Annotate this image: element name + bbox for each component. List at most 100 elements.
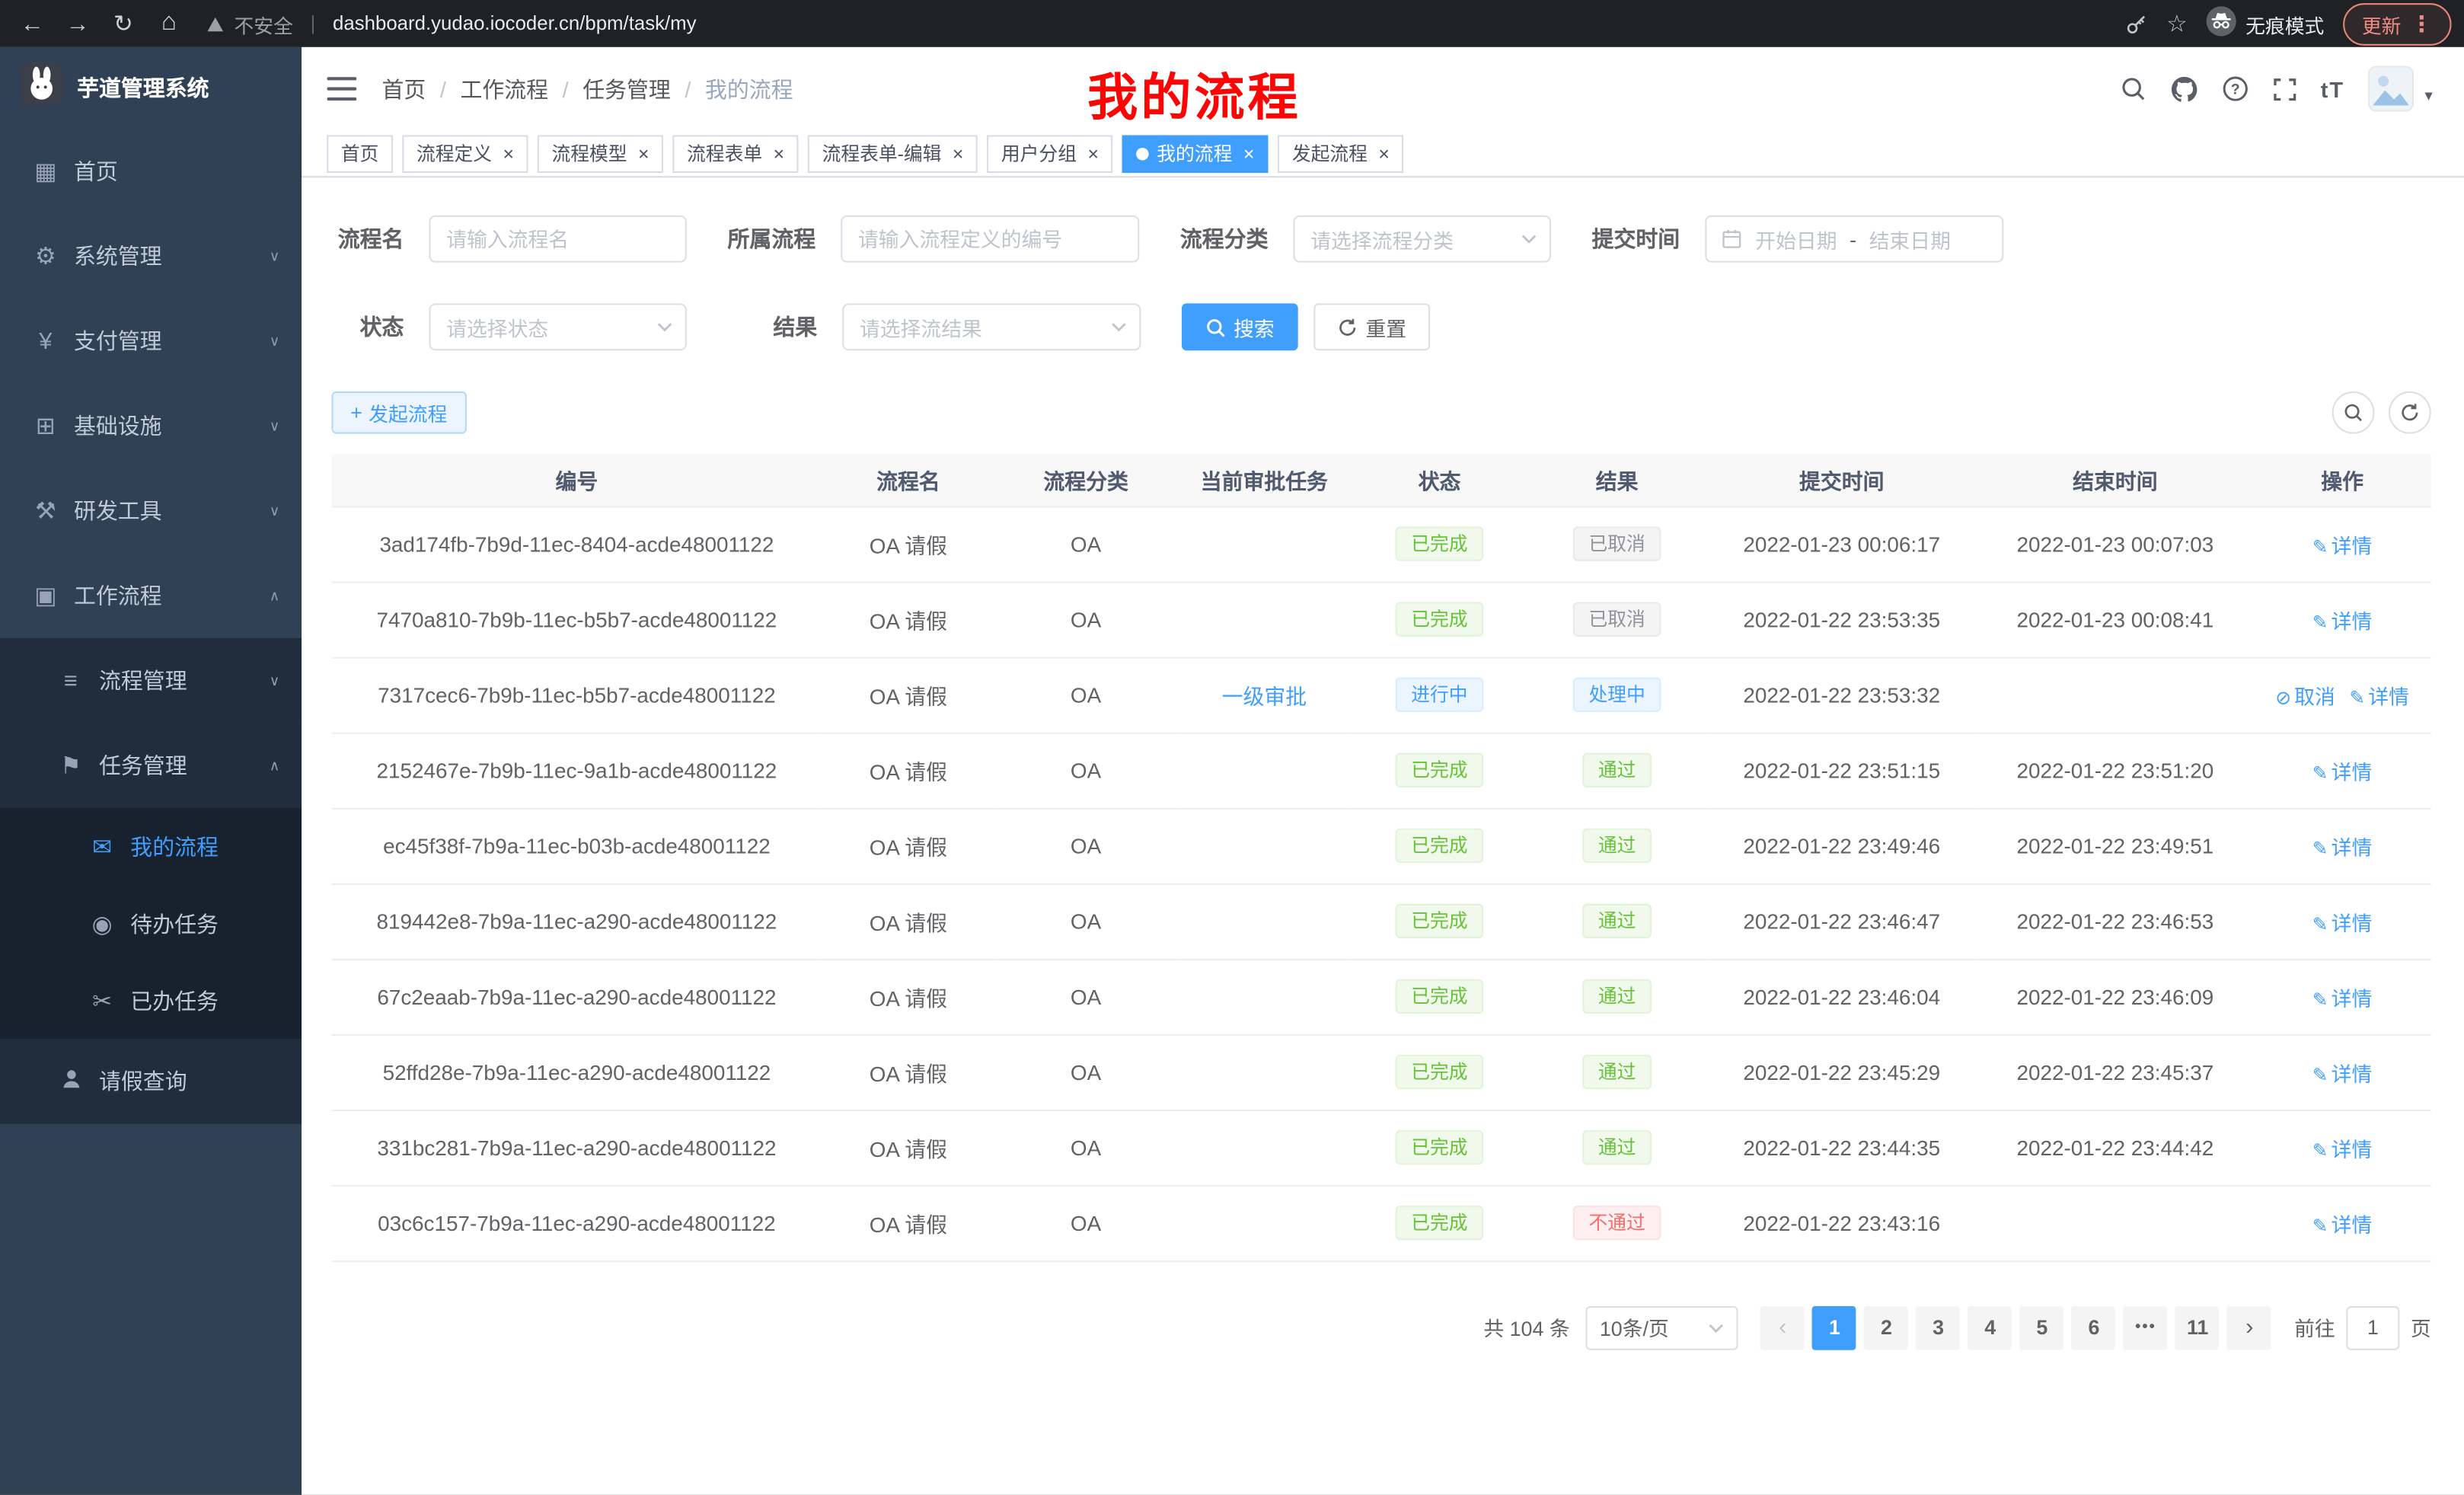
- address-bar[interactable]: 不安全 | dashboard.yudao.iocoder.cn/bpm/tas…: [207, 8, 2124, 38]
- sidebar-item-leave-query[interactable]: 请假查询: [0, 1039, 302, 1123]
- breadcrumb-item[interactable]: 首页: [382, 73, 426, 104]
- tab-user-group[interactable]: 用户分组 ×: [987, 134, 1112, 172]
- detail-action[interactable]: ✎详情: [2312, 1212, 2373, 1236]
- page-button-4[interactable]: 4: [1968, 1305, 2012, 1350]
- cell-name: OA 请假: [822, 506, 994, 582]
- process-def-input[interactable]: [841, 216, 1139, 263]
- detail-action[interactable]: ✎详情: [2312, 1137, 2373, 1161]
- goto-page-input[interactable]: [2346, 1305, 2399, 1350]
- process-name-input[interactable]: [429, 216, 686, 263]
- status-select[interactable]: 请选择状态: [429, 303, 686, 350]
- page-button-6[interactable]: 6: [2072, 1305, 2116, 1350]
- page-button-1[interactable]: 1: [1813, 1305, 1857, 1350]
- close-icon[interactable]: ×: [503, 144, 513, 163]
- sidebar-item-my-process[interactable]: ✉ 我的流程: [0, 808, 302, 885]
- cell-submit-time: 2022-01-22 23:46:04: [1706, 959, 1977, 1034]
- cell-actions: ✎详情: [2253, 506, 2430, 582]
- close-icon[interactable]: ×: [638, 144, 649, 163]
- cancel-action[interactable]: ⊘取消: [2275, 685, 2335, 708]
- page-button-5[interactable]: 5: [2020, 1305, 2064, 1350]
- category-select[interactable]: 请选择流程分类: [1294, 216, 1551, 263]
- cell-end-time: 2022-01-22 23:51:20: [1977, 733, 2253, 808]
- incognito-badge[interactable]: 无痕模式: [2207, 6, 2325, 40]
- detail-action[interactable]: ✎详情: [2312, 534, 2373, 557]
- sidebar-item-infrastructure[interactable]: ⊞ 基础设施 ∨: [0, 384, 302, 468]
- col-current-task: 当前审批任务: [1177, 454, 1352, 506]
- key-icon[interactable]: [2124, 11, 2147, 35]
- browser-home-button[interactable]: ⌂: [146, 3, 192, 44]
- help-icon[interactable]: ?: [2222, 75, 2249, 102]
- close-icon[interactable]: ×: [1243, 144, 1254, 163]
- sidebar-item-done-tasks[interactable]: ✂ 已办任务: [0, 962, 302, 1039]
- close-icon[interactable]: ×: [1378, 144, 1389, 163]
- breadcrumb-item[interactable]: 任务管理: [582, 73, 671, 104]
- sidebar-item-system[interactable]: ⚙ 系统管理 ∨: [0, 214, 302, 299]
- detail-action[interactable]: ✎详情: [2312, 609, 2373, 633]
- browser-menu-icon[interactable]: ⋮: [2411, 10, 2433, 37]
- sidebar-item-payment[interactable]: ¥ 支付管理 ∨: [0, 299, 302, 383]
- fullscreen-icon[interactable]: [2272, 76, 2297, 101]
- page-button-2[interactable]: 2: [1865, 1305, 1909, 1350]
- tab-process-model[interactable]: 流程模型 ×: [538, 134, 663, 172]
- sidebar-item-dev-tools[interactable]: ⚒ 研发工具 ∨: [0, 468, 302, 553]
- create-process-button[interactable]: + 发起流程: [331, 391, 466, 434]
- browser-forward-button[interactable]: →: [55, 3, 101, 44]
- toggle-search-button[interactable]: [2332, 391, 2375, 434]
- site-security-label[interactable]: 不安全: [235, 8, 293, 38]
- submit-time-range[interactable]: 开始日期 - 结束日期: [1705, 216, 2003, 263]
- browser-back-button[interactable]: ←: [9, 3, 55, 44]
- search-icon[interactable]: [2120, 75, 2146, 102]
- bookmark-star-icon[interactable]: ☆: [2166, 9, 2188, 37]
- cell-id: 7317cec6-7b9b-11ec-b5b7-acde48001122: [331, 657, 822, 733]
- detail-action[interactable]: ✎详情: [2349, 685, 2409, 708]
- tab-start-process[interactable]: 发起流程 ×: [1278, 134, 1403, 172]
- tab-home[interactable]: 首页: [327, 134, 393, 172]
- avatar[interactable]: [2368, 66, 2414, 112]
- result-select[interactable]: 请选择流结果: [842, 303, 1141, 350]
- update-button[interactable]: 更新 ⋮: [2343, 2, 2451, 45]
- next-page-button[interactable]: ›: [2227, 1305, 2271, 1350]
- sidebar-item-process-management[interactable]: ≡ 流程管理 ∨: [0, 638, 302, 723]
- prev-page-button[interactable]: ‹: [1760, 1305, 1805, 1350]
- sidebar-toggle-button[interactable]: [327, 77, 356, 101]
- sidebar-item-todo-tasks[interactable]: ◉ 待办任务: [0, 885, 302, 962]
- right-toolbar: [2332, 391, 2431, 434]
- col-submit-time: 提交时间: [1706, 454, 1977, 506]
- page-button-3[interactable]: 3: [1917, 1305, 1961, 1350]
- current-task-link[interactable]: 一级审批: [1222, 685, 1307, 709]
- chevron-up-icon: ∧: [270, 757, 280, 775]
- tab-process-form[interactable]: 流程表单 ×: [672, 134, 798, 172]
- font-size-icon[interactable]: tT: [2321, 76, 2344, 101]
- close-icon[interactable]: ×: [774, 144, 784, 163]
- page-more-button[interactable]: •••: [2124, 1305, 2168, 1350]
- page-size-select[interactable]: 10条/页: [1585, 1305, 1738, 1350]
- sidebar-item-workflow[interactable]: ▣ 工作流程 ∧: [0, 553, 302, 637]
- tab-process-definition[interactable]: 流程定义 ×: [402, 134, 528, 172]
- browser-reload-button[interactable]: ↻: [101, 3, 146, 44]
- refresh-table-button[interactable]: [2389, 391, 2431, 434]
- page-button-11[interactable]: 11: [2175, 1305, 2220, 1350]
- reset-button[interactable]: 重置: [1313, 303, 1430, 350]
- detail-label: 详情: [2332, 1212, 2373, 1236]
- sidebar-item-task-management[interactable]: ⚑ 任务管理 ∧: [0, 723, 302, 807]
- cell-status: 已完成: [1352, 1185, 1527, 1260]
- detail-action[interactable]: ✎详情: [2312, 760, 2373, 784]
- filter-submit-time: 提交时间 开始日期 - 结束日期: [1592, 216, 2004, 263]
- breadcrumb-item[interactable]: 工作流程: [460, 73, 548, 104]
- detail-action[interactable]: ✎详情: [2312, 1062, 2373, 1085]
- detail-action[interactable]: ✎详情: [2312, 835, 2373, 859]
- tab-my-process[interactable]: 我的流程 ×: [1122, 134, 1269, 172]
- search-button[interactable]: 搜索: [1182, 303, 1298, 350]
- tab-process-form-edit[interactable]: 流程表单-编辑 ×: [808, 134, 978, 172]
- detail-action[interactable]: ✎详情: [2312, 986, 2373, 1010]
- github-icon[interactable]: [2170, 75, 2198, 103]
- app-logo[interactable]: 芋道管理系统: [0, 47, 302, 129]
- close-icon[interactable]: ×: [953, 144, 963, 163]
- address-url[interactable]: dashboard.yudao.iocoder.cn/bpm/task/my: [333, 13, 697, 35]
- caret-down-icon[interactable]: ▾: [2424, 88, 2432, 106]
- col-end-time: 结束时间: [1977, 454, 2253, 506]
- close-icon[interactable]: ×: [1087, 144, 1098, 163]
- detail-action[interactable]: ✎详情: [2312, 911, 2373, 934]
- cell-submit-time: 2022-01-22 23:53:32: [1706, 657, 1977, 733]
- sidebar-item-home[interactable]: ▦ 首页: [0, 129, 302, 213]
